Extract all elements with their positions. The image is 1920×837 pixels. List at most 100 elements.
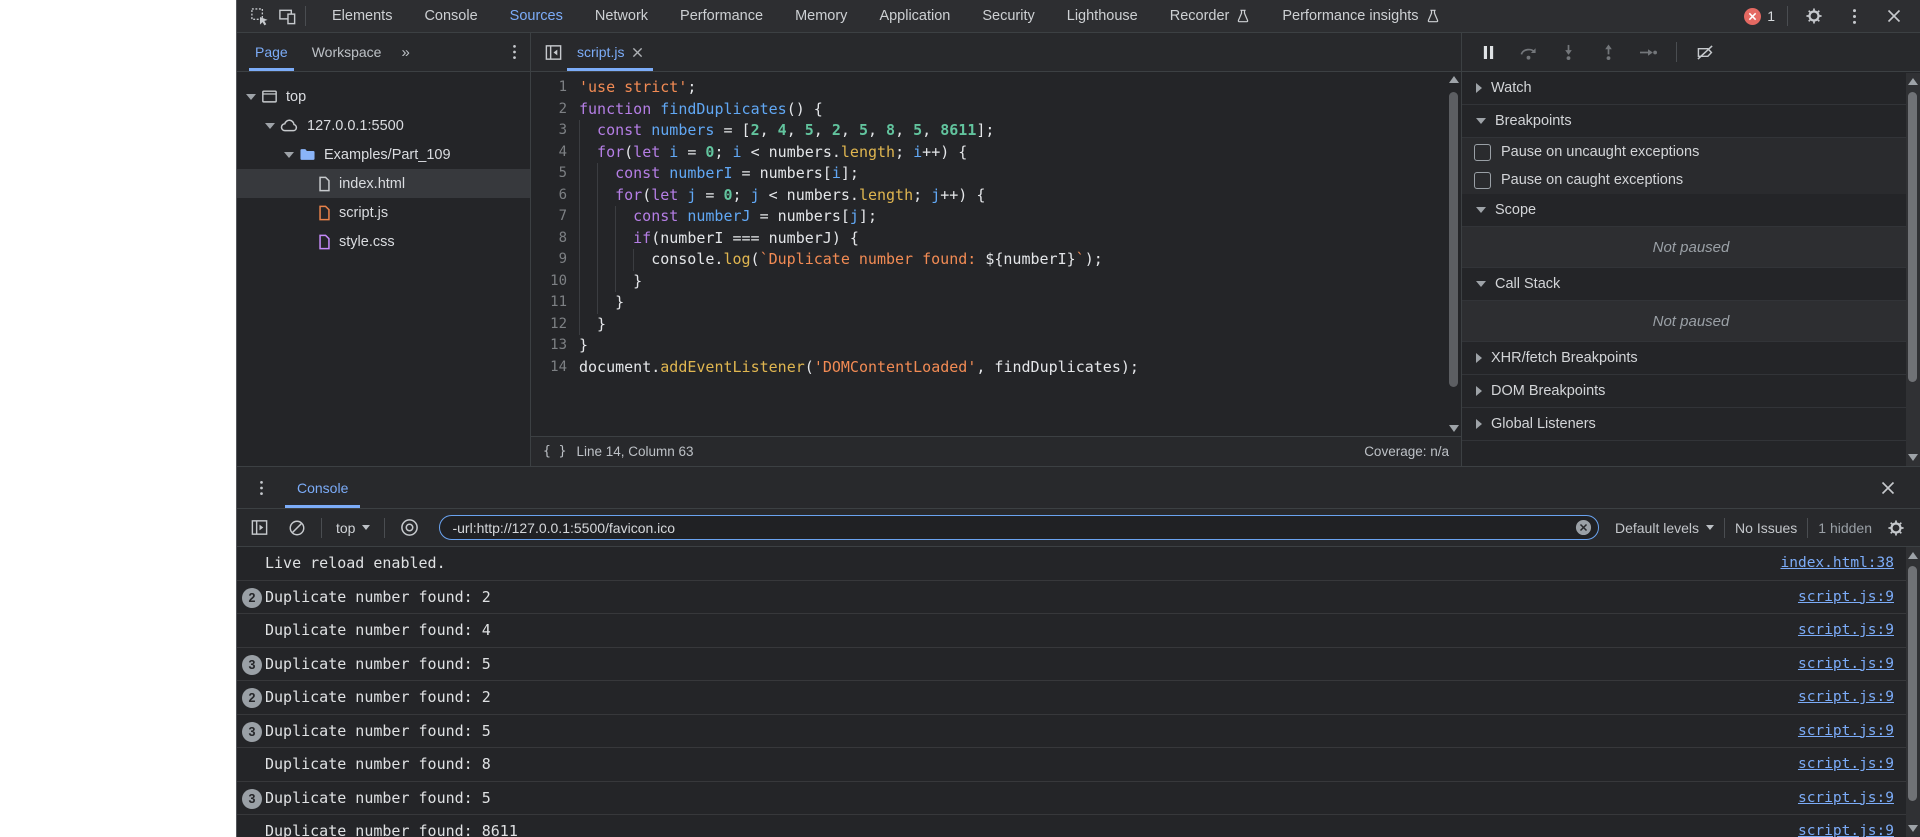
code-line[interactable]: 9 console.log(`Duplicate number found: $… bbox=[531, 249, 1461, 271]
code-line[interactable]: 10 } bbox=[531, 271, 1461, 293]
tab-performance-insights[interactable]: Performance insights bbox=[1266, 0, 1455, 32]
tree-item-script-js[interactable]: script.js bbox=[237, 198, 530, 227]
code-line[interactable]: 6 for(let j = 0; j < numbers.length; j++… bbox=[531, 185, 1461, 207]
code-line[interactable]: 2function findDuplicates() { bbox=[531, 99, 1461, 121]
tab-recorder[interactable]: Recorder bbox=[1154, 0, 1267, 32]
source-location-link[interactable]: script.js:9 bbox=[1798, 790, 1894, 806]
close-tab-icon[interactable] bbox=[632, 47, 643, 58]
source-location-link[interactable]: script.js:9 bbox=[1798, 622, 1894, 638]
console-message-text: Duplicate number found: 2 bbox=[265, 588, 491, 606]
code-line[interactable]: 14document.addEventListener('DOMContentL… bbox=[531, 357, 1461, 379]
source-location-link[interactable]: script.js:9 bbox=[1798, 589, 1894, 605]
console-messages[interactable]: Live reload enabled.index.html:382Duplic… bbox=[237, 547, 1920, 837]
console-settings-gear-icon[interactable] bbox=[1882, 515, 1910, 541]
checkbox-pause-on-caught-exceptions[interactable]: Pause on caught exceptions bbox=[1462, 166, 1920, 194]
console-scrollbar[interactable] bbox=[1906, 547, 1920, 837]
source-location-link[interactable]: index.html:38 bbox=[1781, 555, 1895, 571]
step-out-icon[interactable] bbox=[1596, 40, 1620, 64]
navigator-tab-bar: PageWorkspace » bbox=[237, 33, 530, 72]
code-line[interactable]: 3 const numbers = [2, 4, 5, 2, 5, 8, 5, … bbox=[531, 120, 1461, 142]
code-line[interactable]: 8 if(numberI === numberJ) { bbox=[531, 228, 1461, 250]
expander-icon[interactable] bbox=[283, 152, 295, 158]
tree-item-127-0-0-1-5500[interactable]: 127.0.0.1:5500 bbox=[237, 111, 530, 140]
tab-network[interactable]: Network bbox=[579, 0, 664, 32]
show-console-sidebar-icon[interactable] bbox=[245, 515, 273, 541]
tab-memory[interactable]: Memory bbox=[779, 0, 863, 32]
console-drawer-tab[interactable]: Console bbox=[283, 467, 362, 508]
create-live-expression-icon[interactable] bbox=[395, 515, 423, 541]
code-editor[interactable]: 1'use strict';2function findDuplicates()… bbox=[531, 72, 1461, 436]
coverage-status: Coverage: n/a bbox=[1364, 444, 1449, 459]
step-over-icon[interactable] bbox=[1516, 40, 1540, 64]
section-watch[interactable]: Watch bbox=[1462, 72, 1920, 105]
tab-console[interactable]: Console bbox=[408, 0, 493, 32]
tab-elements[interactable]: Elements bbox=[316, 0, 408, 32]
settings-gear-icon[interactable] bbox=[1800, 3, 1828, 29]
inspect-element-icon[interactable] bbox=[245, 3, 273, 29]
navigator-more-options-icon[interactable] bbox=[500, 39, 528, 65]
error-count-badge[interactable]: 1 bbox=[1744, 8, 1775, 25]
tab-security[interactable]: Security bbox=[966, 0, 1050, 32]
clear-console-icon[interactable] bbox=[283, 515, 311, 541]
code-line[interactable]: 11 } bbox=[531, 292, 1461, 314]
expander-icon[interactable] bbox=[264, 123, 276, 129]
hidden-messages-counter[interactable]: 1 hidden bbox=[1818, 520, 1872, 536]
log-levels-dropdown[interactable]: Default levels bbox=[1615, 520, 1714, 536]
pretty-print-icon[interactable]: { } bbox=[543, 444, 566, 459]
code-line[interactable]: 1'use strict'; bbox=[531, 77, 1461, 99]
source-location-link[interactable]: script.js:9 bbox=[1798, 689, 1894, 705]
step-icon[interactable] bbox=[1636, 40, 1660, 64]
section-scope[interactable]: Scope bbox=[1462, 194, 1920, 227]
collapse-sidebar-icon[interactable] bbox=[539, 39, 567, 65]
editor-tab-bar: script.js bbox=[531, 33, 1461, 72]
close-drawer-icon[interactable] bbox=[1874, 475, 1902, 501]
editor-tab-scriptjs[interactable]: script.js bbox=[567, 33, 653, 71]
tab-performance[interactable]: Performance bbox=[664, 0, 779, 32]
navigator-tab-workspace[interactable]: Workspace bbox=[300, 33, 394, 71]
tree-item-style-css[interactable]: style.css bbox=[237, 227, 530, 256]
source-location-link[interactable]: script.js:9 bbox=[1798, 756, 1894, 772]
device-toolbar-icon[interactable] bbox=[273, 3, 301, 29]
code-line[interactable]: 13} bbox=[531, 335, 1461, 357]
section-global-listeners[interactable]: Global Listeners bbox=[1462, 408, 1920, 441]
tree-item-index-html[interactable]: index.html bbox=[237, 169, 530, 198]
checkbox[interactable] bbox=[1474, 144, 1491, 161]
step-into-icon[interactable] bbox=[1556, 40, 1580, 64]
section-xhr-fetch-breakpoints[interactable]: XHR/fetch Breakpoints bbox=[1462, 342, 1920, 375]
flask-icon bbox=[1426, 9, 1440, 23]
error-count: 1 bbox=[1767, 8, 1775, 24]
filter-input[interactable] bbox=[439, 515, 1599, 540]
section-dom-breakpoints[interactable]: DOM Breakpoints bbox=[1462, 375, 1920, 408]
more-options-icon[interactable] bbox=[1840, 3, 1868, 29]
debugger-scrollbar[interactable] bbox=[1906, 73, 1920, 466]
javascript-context-selector[interactable]: top bbox=[332, 520, 374, 536]
clear-filter-icon[interactable] bbox=[1575, 519, 1592, 536]
section-breakpoints[interactable]: Breakpoints bbox=[1462, 105, 1920, 138]
tab-lighthouse[interactable]: Lighthouse bbox=[1051, 0, 1154, 32]
checkbox-pause-on-uncaught-exceptions[interactable]: Pause on uncaught exceptions bbox=[1462, 138, 1920, 166]
code-line[interactable]: 5 const numberI = numbers[i]; bbox=[531, 163, 1461, 185]
deactivate-breakpoints-icon[interactable] bbox=[1693, 40, 1717, 64]
debugger-toolbar bbox=[1462, 33, 1920, 72]
code-line[interactable]: 7 const numberJ = numbers[j]; bbox=[531, 206, 1461, 228]
checkbox[interactable] bbox=[1474, 172, 1491, 189]
source-location-link[interactable]: script.js:9 bbox=[1798, 823, 1894, 837]
drawer-more-options-icon[interactable] bbox=[247, 475, 275, 501]
editor-scrollbar[interactable] bbox=[1447, 72, 1461, 436]
pause-script-icon[interactable] bbox=[1476, 40, 1500, 64]
source-location-link[interactable]: script.js:9 bbox=[1798, 656, 1894, 672]
tree-item-top[interactable]: top bbox=[237, 82, 530, 111]
section-call-stack[interactable]: Call Stack bbox=[1462, 268, 1920, 301]
more-tabs-chevron-icon[interactable]: » bbox=[393, 44, 417, 61]
navigator-tab-page[interactable]: Page bbox=[243, 33, 300, 71]
code-line[interactable]: 12 } bbox=[531, 314, 1461, 336]
expander-icon[interactable] bbox=[245, 94, 257, 100]
console-message-text: Duplicate number found: 2 bbox=[265, 688, 491, 706]
tab-sources[interactable]: Sources bbox=[494, 0, 579, 32]
code-line[interactable]: 4 for(let i = 0; i < numbers.length; i++… bbox=[531, 142, 1461, 164]
close-devtools-icon[interactable] bbox=[1880, 3, 1908, 29]
tab-application[interactable]: Application bbox=[863, 0, 966, 32]
source-location-link[interactable]: script.js:9 bbox=[1798, 723, 1894, 739]
tree-item-examples-part-109[interactable]: Examples/Part_109 bbox=[237, 140, 530, 169]
issues-counter[interactable]: No Issues bbox=[1735, 520, 1797, 536]
